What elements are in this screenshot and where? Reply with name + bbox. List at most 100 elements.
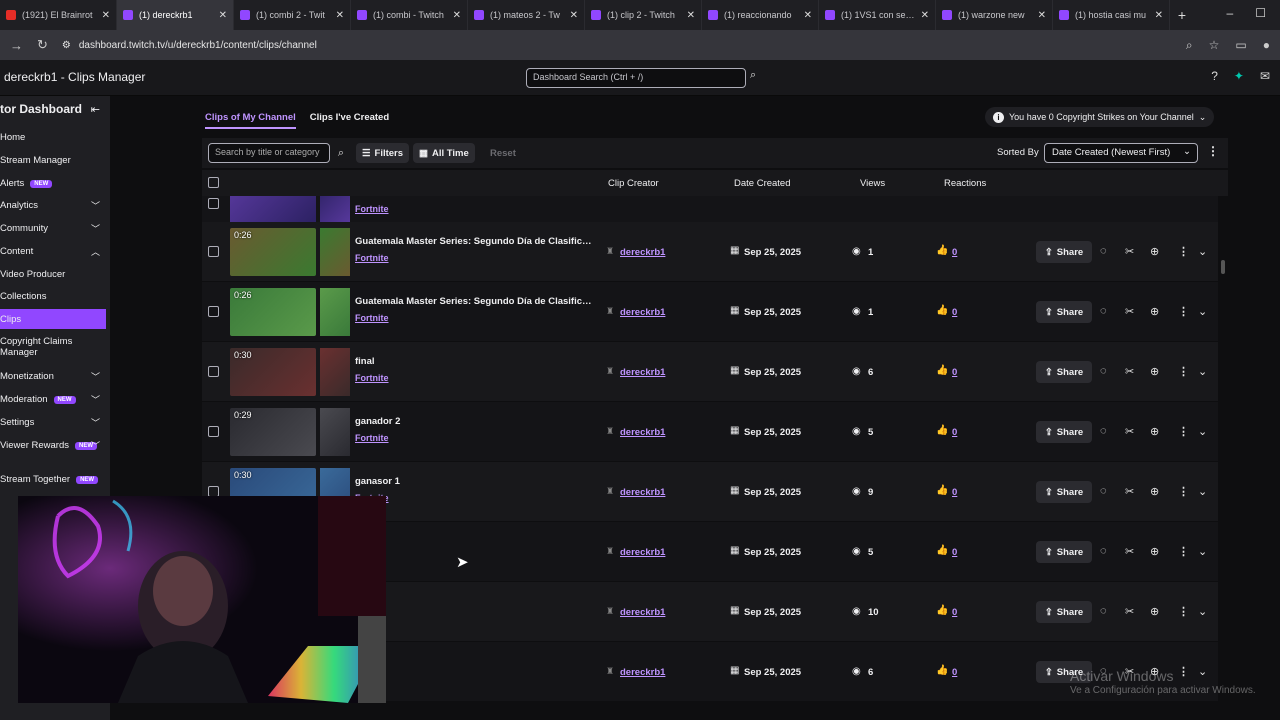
more-options-icon[interactable]: ⋮ [1178, 545, 1189, 558]
browser-tab[interactable]: (1) combi - Twitch ✕ [351, 0, 468, 30]
search-icon[interactable]: ⌕ [750, 69, 764, 87]
chevron-up-icon[interactable]: ︿ [91, 245, 100, 258]
clip-title[interactable]: final [355, 356, 595, 367]
browser-tab[interactable]: (1) mateos 2 - Tw ✕ [468, 0, 585, 30]
scissors-icon[interactable]: ✂ [1125, 545, 1134, 558]
chevron-down-icon[interactable]: ﹀ [91, 370, 100, 383]
select-all-checkbox[interactable] [208, 177, 219, 188]
clip-reactions[interactable]: 0 [952, 367, 957, 378]
sidebar-item-content[interactable]: Content ︿ [0, 246, 106, 257]
sidebar-item-analytics[interactable]: Analytics ﹀ [0, 200, 106, 211]
row-checkbox[interactable] [208, 246, 219, 257]
close-icon[interactable]: ✕ [570, 10, 578, 21]
sidebar-item-stream-together[interactable]: Stream Together NEW [0, 474, 106, 485]
loading-icon[interactable]: ◌ [1100, 425, 1107, 437]
loading-icon[interactable]: ◌ [1100, 365, 1107, 377]
clip-game-link[interactable]: Fortnite [355, 373, 389, 383]
clip-creator-link[interactable]: dereckrb1 [620, 667, 665, 678]
chevron-down-icon[interactable]: ⌄ [1198, 245, 1207, 258]
clip-reactions[interactable]: 0 [952, 307, 957, 318]
sidebar-item-stream-manager[interactable]: Stream Manager [0, 155, 106, 166]
reset-button[interactable]: Reset [484, 143, 522, 163]
more-options-icon[interactable]: ⋮ [1178, 425, 1189, 438]
sidebar-item-clips[interactable]: Clips [0, 309, 106, 329]
dashboard-search-input[interactable]: Dashboard Search (Ctrl + /) [526, 68, 746, 88]
chevron-down-icon[interactable]: ⌄ [1198, 485, 1207, 498]
share-button[interactable]: ⇪ Share [1036, 421, 1092, 443]
share-button[interactable]: ⇪ Share [1036, 361, 1092, 383]
filters-button[interactable]: ☰ Filters [356, 143, 410, 163]
close-icon[interactable]: ✕ [336, 10, 344, 21]
add-circle-icon[interactable]: ⊕ [1150, 425, 1159, 438]
clip-game-link[interactable]: Fortnite [355, 253, 389, 263]
sidebar-item-home[interactable]: Home [0, 132, 106, 143]
clip-creator-link[interactable]: dereckrb1 [620, 487, 665, 498]
chevron-down-icon[interactable]: ⌄ [1198, 665, 1207, 678]
loading-icon[interactable]: ◌ [1100, 305, 1107, 317]
more-options-icon[interactable]: ⋮ [1178, 305, 1189, 318]
forward-icon[interactable]: → [10, 38, 23, 53]
clip-game-link[interactable]: Fortnite [355, 313, 389, 323]
sidebar-item-monetization[interactable]: Monetization ﹀ [0, 371, 106, 382]
copyright-strikes-pill[interactable]: i You have 0 Copyright Strikes on Your C… [985, 107, 1215, 127]
more-options-icon[interactable]: ⋮ [1178, 485, 1189, 498]
close-icon[interactable]: ✕ [453, 10, 461, 21]
more-options-icon[interactable]: ⋮ [1178, 245, 1189, 258]
scissors-icon[interactable]: ✂ [1125, 425, 1134, 438]
browser-tab[interactable]: (1) combi 2 - Twit ✕ [234, 0, 351, 30]
new-tab-icon[interactable]: + [1170, 7, 1194, 23]
profile-icon[interactable]: ● [1263, 38, 1270, 53]
share-button[interactable]: ⇪ Share [1036, 541, 1092, 563]
close-icon[interactable]: ✕ [1155, 10, 1163, 21]
clip-reactions[interactable]: 0 [952, 247, 957, 258]
chevron-down-icon[interactable]: ﹀ [91, 416, 100, 429]
chevron-down-icon[interactable]: ﹀ [91, 222, 100, 235]
chevron-down-icon[interactable]: ⌄ [1198, 365, 1207, 378]
clip-creator-link[interactable]: dereckrb1 [620, 607, 665, 618]
row-checkbox[interactable] [208, 426, 219, 437]
chevron-down-icon[interactable]: ﹀ [91, 439, 100, 452]
chevron-down-icon[interactable]: ⌄ [1198, 305, 1207, 318]
cast-icon[interactable]: ▭ [1235, 38, 1246, 53]
time-range-button[interactable]: ▦ All Time [413, 143, 475, 163]
more-options-icon[interactable]: ⋮ [1178, 605, 1189, 618]
sort-select[interactable]: Date Created (Newest First) ⌄ [1044, 143, 1198, 163]
browser-tab[interactable]: (1) dereckrb1 ✕ [117, 0, 234, 30]
add-circle-icon[interactable]: ⊕ [1150, 485, 1159, 498]
sidebar-item-moderation[interactable]: Moderation NEW ﹀ [0, 394, 106, 405]
clip-search-input[interactable]: Search by title or category [208, 143, 330, 163]
chevron-down-icon[interactable]: ⌄ [1198, 605, 1207, 618]
more-options-icon[interactable]: ⋮ [1178, 665, 1189, 678]
clip-title[interactable]: Guatemala Master Series: Segundo Día de … [355, 296, 595, 307]
clip-creator-link[interactable]: dereckrb1 [620, 247, 665, 258]
loading-icon[interactable]: ◌ [1100, 485, 1107, 497]
browser-tab[interactable]: (1) clip 2 - Twitch ✕ [585, 0, 702, 30]
tab-clips-ive-created[interactable]: Clips I've Created [310, 112, 389, 129]
close-icon[interactable]: ✕ [687, 10, 695, 21]
clip-title[interactable]: ganador 2 [355, 416, 595, 427]
bookmark-star-icon[interactable]: ☆ [1209, 38, 1220, 53]
clip-reactions[interactable]: 0 [952, 607, 957, 618]
clip-reactions[interactable]: 0 [952, 427, 957, 438]
clip-creator-link[interactable]: dereckrb1 [620, 367, 665, 378]
chevron-down-icon[interactable]: ﹀ [91, 393, 100, 406]
row-checkbox[interactable] [208, 306, 219, 317]
close-icon[interactable]: ✕ [219, 10, 227, 21]
help-icon[interactable]: ? [1211, 69, 1218, 83]
table-row[interactable]: 0:26 Guatemala Master Series: Segundo Día… [202, 282, 1218, 342]
sidebar-item-video-producer[interactable]: Video Producer [0, 269, 106, 280]
share-button[interactable]: ⇪ Share [1036, 241, 1092, 263]
close-icon[interactable]: ✕ [102, 10, 110, 21]
collapse-sidebar-icon[interactable]: ⇤ [91, 103, 100, 116]
clip-title[interactable]: rtida 2 [355, 656, 595, 667]
clip-creator-link[interactable]: dereckrb1 [620, 427, 665, 438]
scissors-icon[interactable]: ✂ [1125, 365, 1134, 378]
browser-tab[interactable]: (1) hostia casi mu ✕ [1053, 0, 1170, 30]
loading-icon[interactable]: ◌ [1100, 605, 1107, 617]
more-options-icon[interactable]: ⋮ [1178, 365, 1189, 378]
row-checkbox[interactable] [208, 366, 219, 377]
table-row[interactable]: 0:30 final Fortnite ♜ dereckrb1 ▦ Sep 25, 2025… [202, 342, 1218, 402]
chevron-down-icon[interactable]: ﹀ [91, 199, 100, 212]
clip-reactions[interactable]: 0 [952, 487, 957, 498]
site-info-icon[interactable]: ⚙ [62, 40, 71, 51]
